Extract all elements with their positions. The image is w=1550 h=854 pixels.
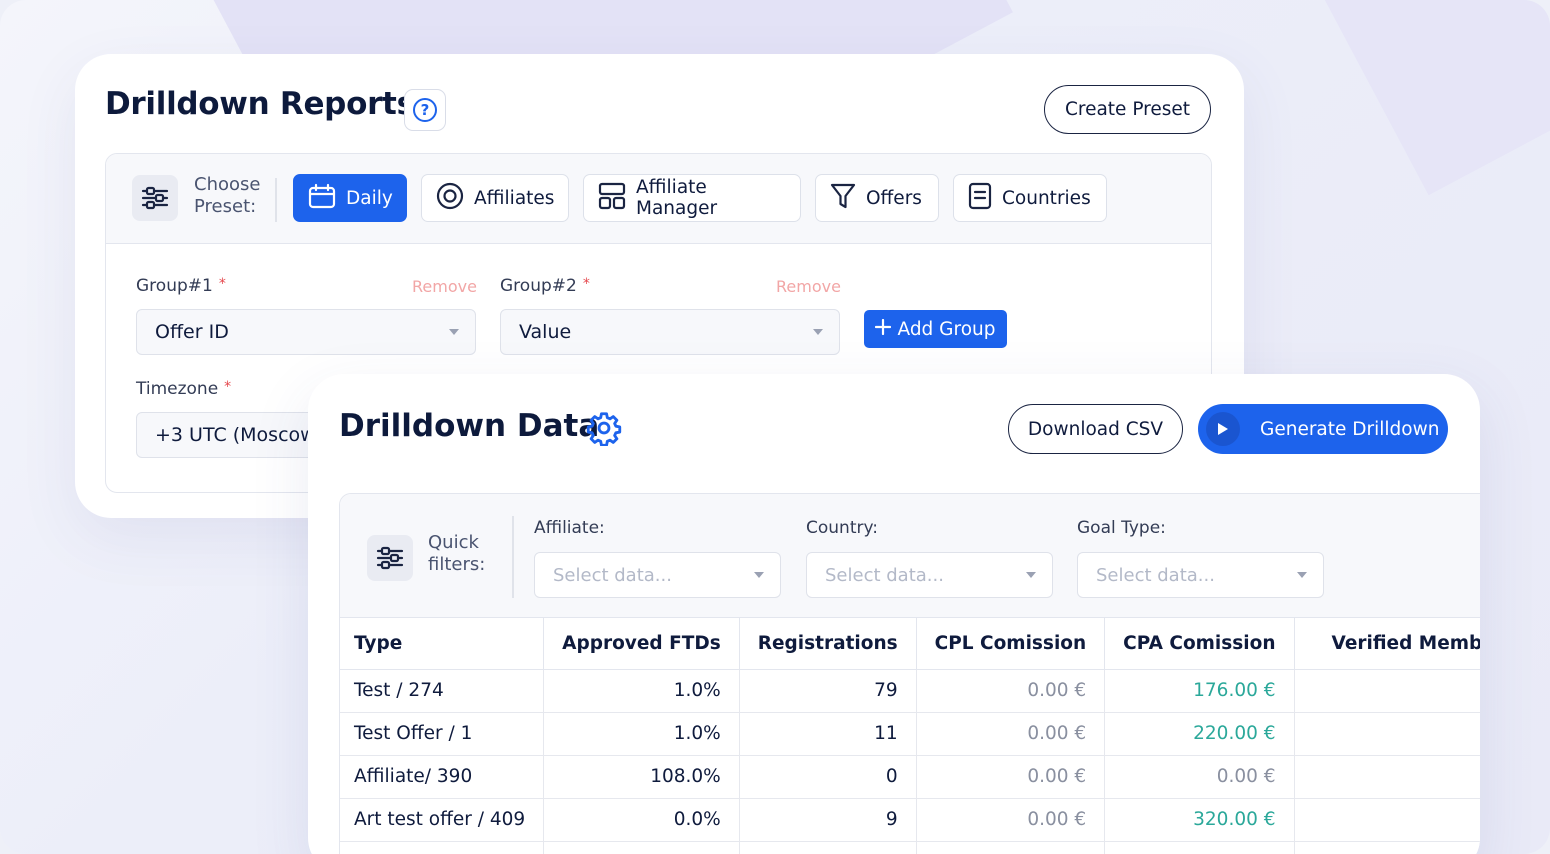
cell-type: Affiliate/ 390 (340, 755, 545, 799)
group1-remove-link[interactable]: Remove (412, 277, 477, 296)
data-box: Quick filters: Affiliate: Select data...… (339, 493, 1480, 854)
cell-verified (1294, 755, 1480, 799)
layout-icon (598, 182, 626, 215)
cell-registrations: 0 (739, 755, 917, 799)
filter-affiliate-select[interactable]: Select data... (534, 552, 781, 598)
column-header[interactable]: Registrations (739, 618, 917, 670)
help-button[interactable]: ? (404, 89, 446, 131)
cell-cpl: 0.00 € (916, 669, 1106, 713)
preset-bar: Choose Preset: Daily Affiliates Affiliat… (106, 154, 1211, 244)
filter-country-select[interactable]: Select data... (806, 552, 1053, 598)
table-header-row: Type Approved FTDs Registrations CPL Com… (340, 618, 1480, 670)
table-row[interactable]: Affiliate/ 390 108.0% 0 0.00 € 0.00 € (340, 755, 1480, 799)
create-preset-button[interactable]: Create Preset (1044, 85, 1211, 134)
chevron-down-icon (813, 329, 823, 335)
list-icon (968, 182, 992, 215)
quick-filters-label: Quick filters: (428, 532, 486, 575)
cell-registrations: 79 (739, 669, 917, 713)
cell-verified (1294, 712, 1480, 756)
background-shape (1306, 0, 1550, 196)
cell-type: Test Offer / 1 (340, 712, 545, 756)
column-header[interactable]: Approved FTDs (543, 618, 740, 670)
group1-select[interactable]: Offer ID (136, 309, 476, 355)
cell-registrations: 9 (739, 798, 917, 842)
cell-cpl: 0.00 € (916, 798, 1106, 842)
cell-cpa: 220.00 € (1104, 712, 1295, 756)
preset-affiliates[interactable]: Affiliates (421, 174, 569, 222)
cell-cpl (916, 841, 1106, 854)
preset-countries[interactable]: Countries (953, 174, 1107, 222)
cell-cpl: 0.00 € (916, 755, 1106, 799)
group1-label: Group#1 * (136, 276, 226, 296)
cell-approved-ftds (543, 841, 740, 854)
add-group-button[interactable]: Add Group (864, 310, 1007, 348)
column-header[interactable]: CPL Comission (916, 618, 1106, 670)
generate-drilldown-button[interactable]: Generate Drilldown (1198, 404, 1448, 454)
preset-affiliate-manager[interactable]: Affiliate Manager (583, 174, 801, 222)
filter-country-label: Country: (806, 518, 879, 538)
cell-cpl: 0.00 € (916, 712, 1106, 756)
cell-verified (1294, 669, 1480, 713)
play-icon (1206, 412, 1240, 446)
column-header[interactable]: CPA Comission (1104, 618, 1295, 670)
chevron-down-icon (754, 572, 764, 578)
table-row[interactable]: Test / 274 1.0% 79 0.00 € 176.00 € (340, 669, 1480, 713)
cell-cpa (1104, 841, 1295, 854)
required-mark: * (582, 276, 590, 292)
table-row[interactable]: Test Offer / 1 1.0% 11 0.00 € 220.00 € (340, 712, 1480, 756)
choose-preset-label: Choose Preset: (194, 174, 261, 217)
required-mark: * (224, 379, 232, 395)
divider (275, 178, 277, 222)
sliders-icon (367, 535, 413, 581)
group2-select[interactable]: Value (500, 309, 840, 355)
cell-cpa: 320.00 € (1104, 798, 1295, 842)
preset-daily[interactable]: Daily (293, 174, 407, 222)
required-mark: * (218, 276, 226, 292)
cell-type: Test / 274 (340, 669, 545, 713)
chevron-down-icon (1026, 572, 1036, 578)
sliders-icon (132, 175, 178, 221)
drilldown-data-panel: Drilldown Data Download CSV Generate Dri… (308, 374, 1480, 854)
timezone-label: Timezone * (136, 379, 232, 399)
column-header[interactable]: Type (340, 618, 545, 670)
cell-verified (1294, 798, 1480, 842)
quick-filters-bar: Quick filters: Affiliate: Select data...… (340, 494, 1480, 618)
question-icon: ? (413, 98, 437, 122)
cell-cpa: 176.00 € (1104, 669, 1295, 713)
group2-remove-link[interactable]: Remove (776, 277, 841, 296)
preset-offers[interactable]: Offers (815, 174, 939, 222)
target-icon (436, 182, 464, 215)
drilldown-table: Type Approved FTDs Registrations CPL Com… (340, 618, 1480, 854)
cell-approved-ftds: 1.0% (543, 669, 740, 713)
cell-type: Art test offer / 409 (340, 798, 545, 842)
page-title: Drilldown Reports (105, 86, 415, 122)
calendar-icon (308, 183, 336, 214)
funnel-icon (830, 182, 856, 215)
download-csv-button[interactable]: Download CSV (1008, 404, 1183, 454)
divider (512, 516, 514, 598)
cell-registrations: 11 (739, 712, 917, 756)
cell-verified (1294, 841, 1480, 854)
filter-goal-type-label: Goal Type: (1077, 518, 1166, 538)
cell-approved-ftds: 108.0% (543, 755, 740, 799)
group2-label: Group#2 * (500, 276, 590, 296)
filter-affiliate-label: Affiliate: (534, 518, 605, 538)
chevron-down-icon (1297, 572, 1307, 578)
filter-goal-type-select[interactable]: Select data... (1077, 552, 1324, 598)
table-row[interactable]: Art test offer / 409 0.0% 9 0.00 € 320.0… (340, 798, 1480, 842)
gear-icon[interactable] (586, 410, 622, 450)
table-row[interactable] (340, 841, 1480, 854)
section-title: Drilldown Data (339, 408, 600, 444)
cell-cpa: 0.00 € (1104, 755, 1295, 799)
cell-type (340, 841, 545, 854)
cell-registrations (739, 841, 917, 854)
plus-icon (875, 318, 892, 340)
cell-approved-ftds: 1.0% (543, 712, 740, 756)
chevron-down-icon (449, 329, 459, 335)
cell-approved-ftds: 0.0% (543, 798, 740, 842)
column-header[interactable]: Verified Members (1294, 618, 1480, 670)
